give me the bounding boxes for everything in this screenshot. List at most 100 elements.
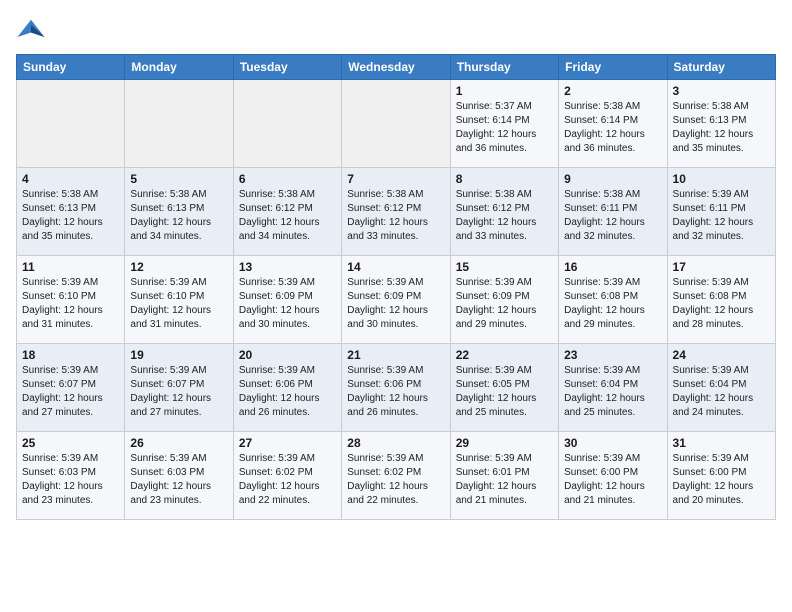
day-info: Sunrise: 5:39 AM Sunset: 6:10 PM Dayligh… xyxy=(130,276,227,332)
day-info: Sunrise: 5:38 AM Sunset: 6:14 PM Dayligh… xyxy=(564,100,661,156)
day-number: 18 xyxy=(22,348,119,362)
calendar-cell: 9 Sunrise: 5:38 AM Sunset: 6:11 PM Daylig… xyxy=(559,168,667,256)
day-info: Sunrise: 5:39 AM Sunset: 6:04 PM Dayligh… xyxy=(564,364,661,420)
header xyxy=(16,16,776,46)
day-info: Sunrise: 5:38 AM Sunset: 6:11 PM Dayligh… xyxy=(564,188,661,244)
calendar-cell: 10 Sunrise: 5:39 AM Sunset: 6:11 PM Dayli… xyxy=(667,168,775,256)
calendar-week-4: 18 Sunrise: 5:39 AM Sunset: 6:07 PM Dayli… xyxy=(17,344,776,432)
calendar-cell: 26 Sunrise: 5:39 AM Sunset: 6:03 PM Dayli… xyxy=(125,432,233,520)
calendar-cell: 7Sunrise: 5:38 AM Sunset: 6:12 PM Daylig… xyxy=(342,168,450,256)
calendar-cell: 8 Sunrise: 5:38 AM Sunset: 6:12 PM Daylig… xyxy=(450,168,558,256)
day-info: Sunrise: 5:38 AM Sunset: 6:13 PM Dayligh… xyxy=(22,188,119,244)
day-info: Sunrise: 5:39 AM Sunset: 6:11 PM Dayligh… xyxy=(673,188,770,244)
day-number: 25 xyxy=(22,436,119,450)
day-info: Sunrise: 5:39 AM Sunset: 6:08 PM Dayligh… xyxy=(673,276,770,332)
day-number: 11 xyxy=(22,260,119,274)
day-number: 17 xyxy=(673,260,770,274)
calendar-cell: 16 Sunrise: 5:39 AM Sunset: 6:08 PM Dayli… xyxy=(559,256,667,344)
day-header-sunday: Sunday xyxy=(17,55,125,80)
day-number: 21 xyxy=(347,348,444,362)
calendar-cell: 30 Sunrise: 5:39 AM Sunset: 6:00 PM Dayli… xyxy=(559,432,667,520)
calendar-week-2: 4Sunrise: 5:38 AM Sunset: 6:13 PM Daylig… xyxy=(17,168,776,256)
day-header-saturday: Saturday xyxy=(667,55,775,80)
calendar-cell: 31 Sunrise: 5:39 AM Sunset: 6:00 PM Dayli… xyxy=(667,432,775,520)
day-number: 30 xyxy=(564,436,661,450)
day-number: 29 xyxy=(456,436,553,450)
day-info: Sunrise: 5:38 AM Sunset: 6:12 PM Dayligh… xyxy=(239,188,336,244)
calendar-cell: 19 Sunrise: 5:39 AM Sunset: 6:07 PM Dayli… xyxy=(125,344,233,432)
calendar-cell: 28 Sunrise: 5:39 AM Sunset: 6:02 PM Dayli… xyxy=(342,432,450,520)
day-number: 24 xyxy=(673,348,770,362)
day-number: 31 xyxy=(673,436,770,450)
day-info: Sunrise: 5:38 AM Sunset: 6:12 PM Dayligh… xyxy=(456,188,553,244)
day-info: Sunrise: 5:39 AM Sunset: 6:09 PM Dayligh… xyxy=(456,276,553,332)
day-info: Sunrise: 5:39 AM Sunset: 6:01 PM Dayligh… xyxy=(456,452,553,508)
day-header-thursday: Thursday xyxy=(450,55,558,80)
calendar-cell: 24 Sunrise: 5:39 AM Sunset: 6:04 PM Dayli… xyxy=(667,344,775,432)
calendar-cell: 11 Sunrise: 5:39 AM Sunset: 6:10 PM Dayli… xyxy=(17,256,125,344)
day-info: Sunrise: 5:39 AM Sunset: 6:04 PM Dayligh… xyxy=(673,364,770,420)
day-info: Sunrise: 5:39 AM Sunset: 6:09 PM Dayligh… xyxy=(239,276,336,332)
calendar-cell: 25 Sunrise: 5:39 AM Sunset: 6:03 PM Dayli… xyxy=(17,432,125,520)
calendar-cell: 29 Sunrise: 5:39 AM Sunset: 6:01 PM Dayli… xyxy=(450,432,558,520)
calendar-week-1: 1Sunrise: 5:37 AM Sunset: 6:14 PM Daylig… xyxy=(17,80,776,168)
day-number: 13 xyxy=(239,260,336,274)
day-info: Sunrise: 5:39 AM Sunset: 6:08 PM Dayligh… xyxy=(564,276,661,332)
day-number: 12 xyxy=(130,260,227,274)
day-number: 8 xyxy=(456,172,553,186)
day-info: Sunrise: 5:38 AM Sunset: 6:13 PM Dayligh… xyxy=(130,188,227,244)
day-info: Sunrise: 5:39 AM Sunset: 6:07 PM Dayligh… xyxy=(130,364,227,420)
day-info: Sunrise: 5:39 AM Sunset: 6:06 PM Dayligh… xyxy=(347,364,444,420)
day-info: Sunrise: 5:39 AM Sunset: 6:05 PM Dayligh… xyxy=(456,364,553,420)
calendar-cell: 2 Sunrise: 5:38 AM Sunset: 6:14 PM Daylig… xyxy=(559,80,667,168)
day-info: Sunrise: 5:39 AM Sunset: 6:10 PM Dayligh… xyxy=(22,276,119,332)
day-number: 27 xyxy=(239,436,336,450)
calendar-cell: 5 Sunrise: 5:38 AM Sunset: 6:13 PM Daylig… xyxy=(125,168,233,256)
calendar-cell: 1Sunrise: 5:37 AM Sunset: 6:14 PM Daylig… xyxy=(450,80,558,168)
day-number: 23 xyxy=(564,348,661,362)
day-info: Sunrise: 5:38 AM Sunset: 6:13 PM Dayligh… xyxy=(673,100,770,156)
calendar-cell xyxy=(233,80,341,168)
day-header-friday: Friday xyxy=(559,55,667,80)
calendar-cell: 12 Sunrise: 5:39 AM Sunset: 6:10 PM Dayli… xyxy=(125,256,233,344)
day-info: Sunrise: 5:39 AM Sunset: 6:00 PM Dayligh… xyxy=(673,452,770,508)
calendar-cell: 27Sunrise: 5:39 AM Sunset: 6:02 PM Dayli… xyxy=(233,432,341,520)
day-info: Sunrise: 5:37 AM Sunset: 6:14 PM Dayligh… xyxy=(456,100,553,156)
calendar-cell xyxy=(17,80,125,168)
day-info: Sunrise: 5:39 AM Sunset: 6:03 PM Dayligh… xyxy=(22,452,119,508)
calendar-cell: 4Sunrise: 5:38 AM Sunset: 6:13 PM Daylig… xyxy=(17,168,125,256)
calendar-cell: 20Sunrise: 5:39 AM Sunset: 6:06 PM Dayli… xyxy=(233,344,341,432)
calendar-cell: 15 Sunrise: 5:39 AM Sunset: 6:09 PM Dayli… xyxy=(450,256,558,344)
calendar: SundayMondayTuesdayWednesdayThursdayFrid… xyxy=(16,54,776,520)
day-number: 5 xyxy=(130,172,227,186)
day-info: Sunrise: 5:39 AM Sunset: 6:09 PM Dayligh… xyxy=(347,276,444,332)
calendar-cell: 14 Sunrise: 5:39 AM Sunset: 6:09 PM Dayli… xyxy=(342,256,450,344)
day-number: 19 xyxy=(130,348,227,362)
calendar-header-row: SundayMondayTuesdayWednesdayThursdayFrid… xyxy=(17,55,776,80)
calendar-cell: 17 Sunrise: 5:39 AM Sunset: 6:08 PM Dayli… xyxy=(667,256,775,344)
day-number: 28 xyxy=(347,436,444,450)
day-info: Sunrise: 5:39 AM Sunset: 6:00 PM Dayligh… xyxy=(564,452,661,508)
calendar-cell xyxy=(125,80,233,168)
day-info: Sunrise: 5:38 AM Sunset: 6:12 PM Dayligh… xyxy=(347,188,444,244)
day-number: 2 xyxy=(564,84,661,98)
day-header-tuesday: Tuesday xyxy=(233,55,341,80)
day-number: 15 xyxy=(456,260,553,274)
logo xyxy=(16,16,50,46)
day-number: 16 xyxy=(564,260,661,274)
day-info: Sunrise: 5:39 AM Sunset: 6:03 PM Dayligh… xyxy=(130,452,227,508)
day-number: 3 xyxy=(673,84,770,98)
day-number: 22 xyxy=(456,348,553,362)
day-number: 10 xyxy=(673,172,770,186)
calendar-cell: 21 Sunrise: 5:39 AM Sunset: 6:06 PM Dayli… xyxy=(342,344,450,432)
calendar-cell: 3 Sunrise: 5:38 AM Sunset: 6:13 PM Daylig… xyxy=(667,80,775,168)
day-number: 26 xyxy=(130,436,227,450)
day-number: 9 xyxy=(564,172,661,186)
calendar-cell xyxy=(342,80,450,168)
day-number: 20 xyxy=(239,348,336,362)
logo-icon xyxy=(16,16,46,46)
day-number: 14 xyxy=(347,260,444,274)
calendar-cell: 22 Sunrise: 5:39 AM Sunset: 6:05 PM Dayli… xyxy=(450,344,558,432)
day-info: Sunrise: 5:39 AM Sunset: 6:02 PM Dayligh… xyxy=(347,452,444,508)
calendar-cell: 18Sunrise: 5:39 AM Sunset: 6:07 PM Dayli… xyxy=(17,344,125,432)
